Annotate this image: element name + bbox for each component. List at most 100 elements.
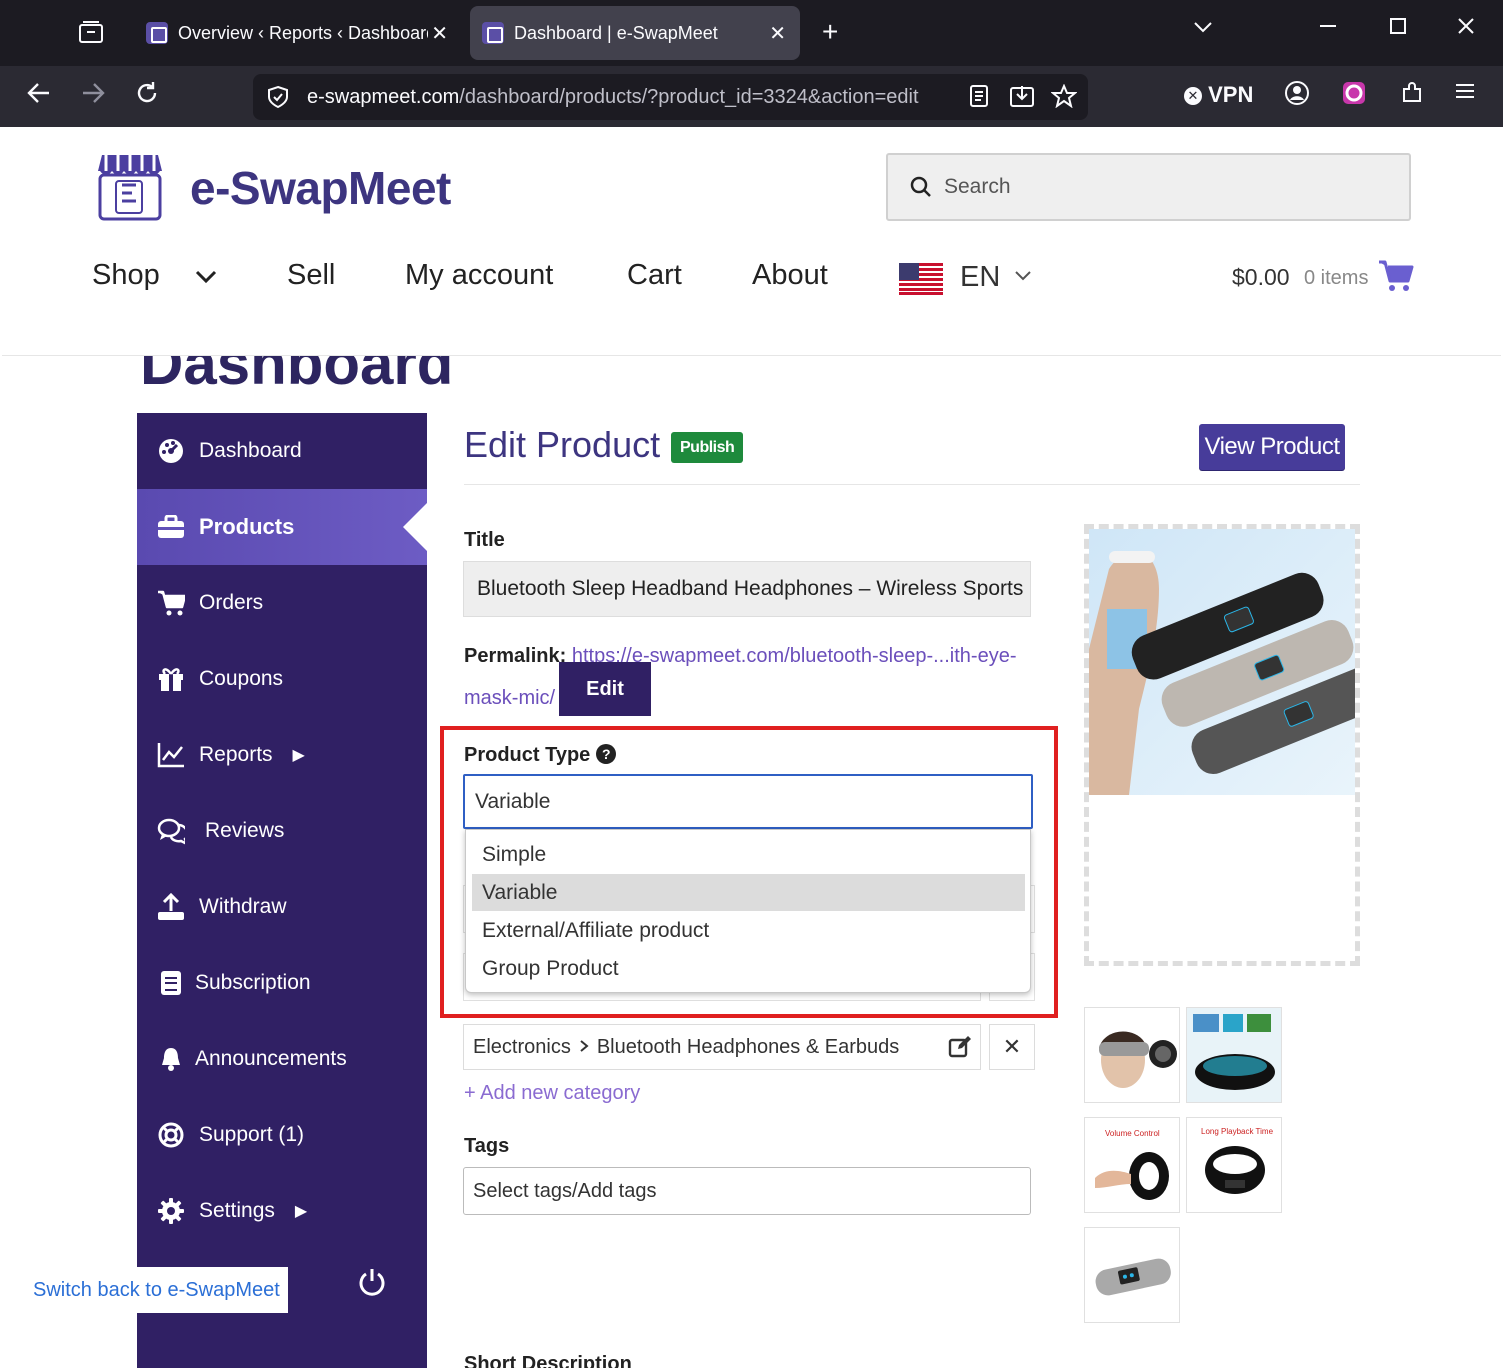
menu-hamburger-icon[interactable] xyxy=(1454,80,1476,109)
edit-icon[interactable] xyxy=(948,1035,972,1059)
tags-label: Tags xyxy=(464,1135,510,1157)
power-logout-icon[interactable] xyxy=(357,1267,387,1297)
cart-icon xyxy=(157,589,185,617)
reload-icon[interactable] xyxy=(134,80,160,113)
sidebar-item-settings[interactable]: Settings ▶ xyxy=(137,1173,427,1249)
url-text[interactable]: e-swapmeet.com/dashboard/products/?produ… xyxy=(307,86,957,109)
sidebar-item-reviews[interactable]: Reviews xyxy=(137,793,427,869)
view-product-button[interactable]: View Product xyxy=(1199,424,1345,470)
short-description-label: Short Description xyxy=(464,1353,632,1368)
title-input[interactable]: Bluetooth Sleep Headband Headphones – Wi… xyxy=(463,561,1031,617)
product-type-select[interactable]: Variable xyxy=(463,774,1033,829)
cart-total[interactable]: $0.00 xyxy=(1232,264,1290,291)
tab-list-chevron-icon[interactable] xyxy=(1192,16,1214,44)
nav-cart[interactable]: Cart xyxy=(627,259,682,292)
line-chart-icon xyxy=(157,741,185,769)
sidebar-item-support[interactable]: Support (1) xyxy=(137,1097,427,1173)
site-brand[interactable]: e-SwapMeet xyxy=(190,161,451,215)
sidebar-item-dashboard[interactable]: Dashboard xyxy=(137,413,427,489)
book-icon xyxy=(157,969,185,997)
add-new-category-link[interactable]: + Add new category xyxy=(464,1082,640,1105)
option-group-product[interactable]: Group Product xyxy=(472,950,1025,987)
option-variable[interactable]: Variable xyxy=(472,874,1025,911)
sidebar-item-withdraw[interactable]: Withdraw xyxy=(137,869,427,945)
briefcase-icon xyxy=(157,513,185,541)
chat-bubbles-icon xyxy=(157,817,185,845)
category-selector[interactable]: Electronics Bluetooth Headphones & Earbu… xyxy=(463,1024,981,1070)
tab-overview-reports[interactable]: Overview ‹ Reports ‹ Dashboard ✕ xyxy=(134,6,462,60)
product-featured-image[interactable] xyxy=(1089,529,1355,795)
storefront-logo-icon[interactable] xyxy=(96,151,164,223)
sidebar-item-orders[interactable]: Orders xyxy=(137,565,427,641)
chevron-right-icon xyxy=(579,1036,589,1059)
switch-back-link[interactable]: Switch back to e-SwapMeet xyxy=(20,1267,288,1313)
reader-view-icon[interactable] xyxy=(969,84,989,114)
color-extension-icon[interactable] xyxy=(1341,80,1367,113)
title-label: Title xyxy=(464,529,505,551)
svg-text:Long Playback Time: Long Playback Time xyxy=(1201,1127,1274,1136)
content-divider xyxy=(464,484,1360,485)
sidebar-item-coupons[interactable]: Coupons xyxy=(137,641,427,717)
lifebuoy-icon xyxy=(157,1121,185,1149)
language-selector[interactable]: EN xyxy=(960,261,1032,294)
help-icon[interactable]: ? xyxy=(596,744,617,764)
search-input[interactable]: Search xyxy=(886,153,1411,221)
tags-input[interactable]: Select tags/Add tags xyxy=(463,1167,1031,1215)
search-icon xyxy=(910,176,931,197)
address-bar[interactable]: e-swapmeet.com/dashboard/products/?produ… xyxy=(253,74,1088,120)
permalink-url-continued[interactable]: mask-mic/ xyxy=(464,687,555,709)
sidebar-item-products[interactable]: Products xyxy=(137,489,427,565)
shopping-cart-icon[interactable] xyxy=(1378,259,1414,293)
new-tab-icon[interactable]: + xyxy=(822,16,838,48)
shield-icon[interactable] xyxy=(267,85,289,109)
gallery-thumbnail[interactable]: Volume Control xyxy=(1084,1117,1180,1213)
edit-permalink-button[interactable]: Edit xyxy=(559,662,651,716)
upload-icon xyxy=(157,893,185,921)
sidebar-item-reports[interactable]: Reports ▶ xyxy=(137,717,427,793)
forward-arrow-icon[interactable] xyxy=(80,80,106,113)
caret-right-icon: ▶ xyxy=(292,747,305,764)
gallery-thumbnail[interactable] xyxy=(1186,1007,1282,1103)
bookmark-star-icon[interactable] xyxy=(1050,83,1078,114)
us-flag-icon[interactable] xyxy=(899,263,943,295)
option-external-affiliate[interactable]: External/Affiliate product xyxy=(472,912,1025,949)
vpn-button[interactable]: ✕ VPN xyxy=(1184,82,1253,108)
gear-icon xyxy=(157,1197,185,1225)
shop-chevron-down-icon[interactable] xyxy=(194,265,218,291)
sidebar-item-subscription[interactable]: Subscription xyxy=(137,945,427,1021)
sidebar-item-announcements[interactable]: Announcements xyxy=(137,1021,427,1097)
gallery-thumbnail[interactable] xyxy=(1084,1227,1180,1323)
tab-close-icon[interactable]: ✕ xyxy=(431,21,448,46)
tab-overview-icon[interactable] xyxy=(78,20,104,50)
remove-category-icon[interactable]: ✕ xyxy=(989,1024,1035,1070)
account-icon[interactable] xyxy=(1284,80,1310,113)
close-window-icon[interactable] xyxy=(1456,16,1476,42)
extensions-puzzle-icon[interactable] xyxy=(1399,80,1425,113)
gallery-thumbnail[interactable] xyxy=(1084,1007,1180,1103)
back-arrow-icon[interactable] xyxy=(26,80,52,113)
vpn-off-icon: ✕ xyxy=(1184,87,1202,105)
save-page-icon[interactable] xyxy=(1009,84,1035,114)
page-heading-partial: Dashboard xyxy=(140,356,453,386)
product-type-dropdown: Simple Variable External/Affiliate produ… xyxy=(465,829,1031,993)
nav-my-account[interactable]: My account xyxy=(405,259,553,292)
tab-dashboard[interactable]: Dashboard | e-SwapMeet ✕ xyxy=(470,6,800,60)
browser-nav-bar: e-swapmeet.com/dashboard/products/?produ… xyxy=(0,66,1503,127)
option-simple[interactable]: Simple xyxy=(472,836,1025,873)
cart-item-count[interactable]: 0 items xyxy=(1304,267,1368,290)
featured-image-dropzone[interactable] xyxy=(1084,524,1360,966)
nav-about[interactable]: About xyxy=(752,259,828,292)
nav-shop[interactable]: Shop xyxy=(92,259,160,292)
caret-right-icon: ▶ xyxy=(294,1203,308,1220)
gallery-thumbnail[interactable]: Long Playback Time xyxy=(1186,1117,1282,1213)
site-favicon-icon xyxy=(146,22,168,44)
status-badge: Publish xyxy=(671,432,744,463)
maximize-icon[interactable] xyxy=(1388,16,1408,42)
language-chevron-down-icon xyxy=(1015,271,1032,281)
browser-tab-bar: Overview ‹ Reports ‹ Dashboard ✕ Dashboa… xyxy=(0,0,1503,66)
nav-sell[interactable]: Sell xyxy=(287,259,335,292)
tab-close-icon[interactable]: ✕ xyxy=(769,21,786,46)
site-favicon-icon xyxy=(482,22,504,44)
permalink: Permalink: https://e-swapmeet.com/blueto… xyxy=(464,645,1017,709)
minimize-icon[interactable] xyxy=(1318,16,1338,42)
